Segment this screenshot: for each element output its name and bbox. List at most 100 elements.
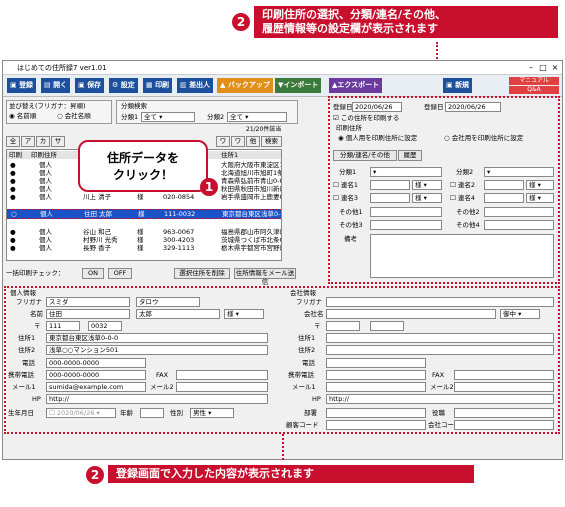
company-fax-field[interactable]: [454, 370, 554, 380]
company-mobile-field[interactable]: [326, 370, 426, 380]
cat1-field[interactable]: ▾: [370, 167, 442, 177]
upd-date-field[interactable]: 2020/06/26: [445, 102, 501, 112]
other4-field[interactable]: [484, 220, 554, 230]
tab-search[interactable]: 検索: [261, 136, 282, 147]
sort-company-radio[interactable]: ○ 会社名順: [57, 111, 91, 121]
tab-wa2[interactable]: ワ: [231, 136, 245, 147]
company-code-field[interactable]: [454, 420, 554, 430]
tab-history[interactable]: 履歴: [398, 150, 422, 161]
delete-selected-button[interactable]: 選択住所を削除: [174, 268, 230, 279]
mail1-field[interactable]: sumida@example.com: [46, 382, 146, 392]
company-mail1-field[interactable]: [326, 382, 426, 392]
ren2-honor[interactable]: 様 ▾: [526, 180, 554, 190]
close-icon[interactable]: ×: [550, 63, 560, 72]
callout-number-2-bottom: 2: [86, 466, 104, 484]
ren4-honor[interactable]: 様 ▾: [526, 193, 554, 203]
register-button[interactable]: ▣ 登録: [7, 78, 37, 93]
backup-button[interactable]: ▲ バックアップ: [217, 78, 273, 93]
other2-field[interactable]: [484, 207, 554, 217]
other1-field[interactable]: [370, 207, 442, 217]
addr2-field[interactable]: 浅草○○マンション501: [46, 345, 268, 355]
dept-field[interactable]: [326, 408, 426, 418]
ren2-field[interactable]: [484, 180, 524, 190]
print-button[interactable]: ▦ 印刷: [143, 78, 173, 93]
tab-a[interactable]: ア: [21, 136, 35, 147]
company-name-field[interactable]: [326, 309, 496, 319]
new-button[interactable]: ▣ 新規: [443, 78, 473, 93]
tab-wa[interactable]: ワ: [216, 136, 230, 147]
tab-sa[interactable]: サ: [51, 136, 65, 147]
company-mobile-label: 携帯電話: [288, 371, 314, 379]
upd-date-label: 登録日: [424, 103, 444, 111]
import-button[interactable]: ▼インポート: [275, 78, 322, 93]
mail2-field[interactable]: [176, 382, 268, 392]
tab-ka[interactable]: カ: [36, 136, 50, 147]
ren3-checkbox[interactable]: ☐ 連名3: [333, 193, 358, 203]
minimize-icon[interactable]: –: [526, 63, 536, 72]
company-addr1-field[interactable]: [326, 333, 554, 343]
manual-button[interactable]: マニュアル: [509, 77, 559, 85]
ren3-field[interactable]: [370, 193, 410, 203]
zip2-field[interactable]: 0032: [88, 321, 122, 331]
bulk-on-button[interactable]: ON: [82, 268, 104, 279]
print-company-radio[interactable]: ○ 会社用を印刷住所に設定: [444, 133, 523, 143]
tab-other[interactable]: 他: [246, 136, 260, 147]
mobile-field[interactable]: 000-0000-0000: [46, 370, 146, 380]
table-row[interactable]: ●個人川上 清子様020-0854岩手県盛岡市上鹿妻0-0: [7, 193, 281, 201]
company-tel-field[interactable]: [326, 358, 426, 368]
table-row[interactable]: ●個人村野川 光秀様300-4203茨城県つくば市北条0-0: [7, 236, 281, 244]
company-mail2-field[interactable]: [454, 382, 554, 392]
company-hp-field[interactable]: http://: [326, 394, 554, 404]
settings-button[interactable]: ⚙ 設定: [109, 78, 138, 93]
table-row[interactable]: ●個人谷山 和己様963-0067福島県郡山市阿久津町0: [7, 228, 281, 236]
ren1-honor[interactable]: 様 ▾: [412, 180, 442, 190]
cat2-field[interactable]: ▾: [484, 167, 554, 177]
company-addr2-field[interactable]: [326, 345, 554, 355]
other3-field[interactable]: [370, 220, 442, 230]
gender-select[interactable]: 男性 ▾: [190, 408, 234, 418]
callout-top-line2: 履歴情報等の設定欄が表示されます: [262, 22, 438, 35]
print-home-radio[interactable]: ◉ 個人用を印刷住所に設定: [338, 133, 417, 143]
furigana-first-field[interactable]: タロウ: [136, 297, 200, 307]
qa-button[interactable]: Q&A: [509, 86, 559, 94]
ren3-honor[interactable]: 様 ▾: [412, 193, 442, 203]
fax-field[interactable]: [176, 370, 268, 380]
ren1-field[interactable]: [370, 180, 410, 190]
birth-field[interactable]: ☐ 2020/06/26 ▾: [46, 408, 116, 418]
furigana-last-field[interactable]: スミダ: [46, 297, 130, 307]
company-honor-select[interactable]: 御中 ▾: [500, 309, 540, 319]
ren2-checkbox[interactable]: ☐ 連名2: [450, 180, 475, 190]
sort-name-radio[interactable]: ◉ 名前順: [9, 111, 36, 121]
company-zip1-field[interactable]: [326, 321, 360, 331]
hp-field[interactable]: http://: [46, 394, 268, 404]
memo-field[interactable]: [370, 234, 554, 278]
cat2-select[interactable]: 全て ▾: [227, 112, 287, 122]
tel-field[interactable]: 000-0000-0000: [46, 358, 146, 368]
company-furigana-field[interactable]: [326, 297, 554, 307]
table-row-selected[interactable]: ○個人住田 太郎様111-0032東京都台東区浅草0-0-0: [7, 209, 281, 219]
ren1-checkbox[interactable]: ☐ 連名1: [333, 180, 358, 190]
zip1-field[interactable]: 111: [46, 321, 80, 331]
export-button[interactable]: ▲エクスポート: [329, 78, 383, 93]
first-name-field[interactable]: 太郎: [136, 309, 220, 319]
reg-date-field[interactable]: 2020/06/26: [352, 102, 402, 112]
honor-select[interactable]: 様 ▾: [224, 309, 264, 319]
open-button[interactable]: ▤ 開く: [41, 78, 71, 93]
tab-category[interactable]: 分類/連名/その他: [333, 150, 397, 161]
company-zip2-field[interactable]: [370, 321, 404, 331]
tab-all[interactable]: 全: [6, 136, 20, 147]
last-name-field[interactable]: 住田: [46, 309, 130, 319]
sender-button[interactable]: ▥ 差出人: [177, 78, 214, 93]
print-this-checkbox[interactable]: ☑ この住所を印刷する: [333, 113, 399, 123]
client-code-field[interactable]: [326, 420, 426, 430]
maximize-icon[interactable]: □: [538, 63, 548, 72]
save-button[interactable]: ▣ 保存: [75, 78, 105, 93]
cat1-select[interactable]: 全て ▾: [141, 112, 195, 122]
ren4-field[interactable]: [484, 193, 524, 203]
post-field[interactable]: [454, 408, 554, 418]
addr1-field[interactable]: 東京都台東区浅草0-0-0: [46, 333, 268, 343]
ren4-checkbox[interactable]: ☐ 連名4: [450, 193, 475, 203]
send-mail-button[interactable]: 住所情報をメール送信: [234, 268, 296, 286]
bulk-off-button[interactable]: OFF: [108, 268, 132, 279]
table-row[interactable]: ●個人長野 香子様329-1113栃木県宇都宮市宮野町0: [7, 244, 281, 252]
